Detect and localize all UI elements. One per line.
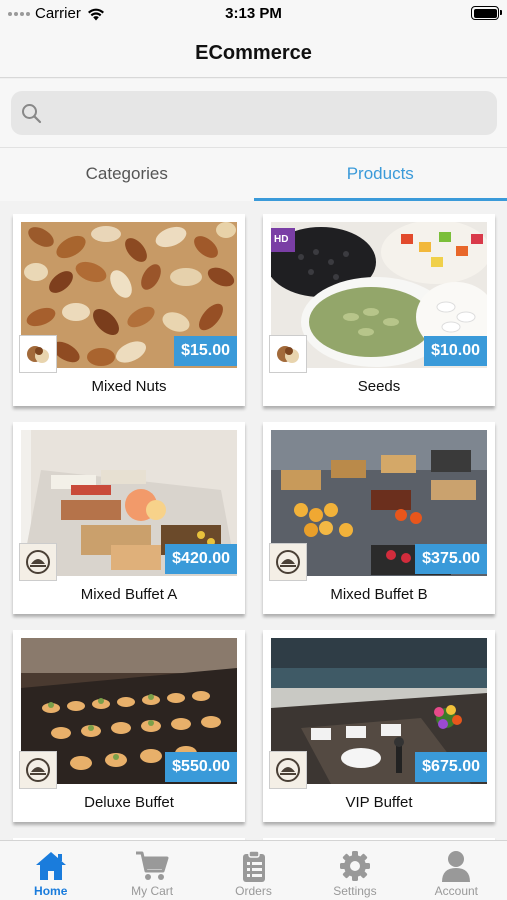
status-bar: Carrier 3:13 PM	[0, 0, 507, 28]
tab-label: Home	[34, 884, 68, 898]
price-badge: $675.00	[415, 752, 487, 782]
search-bar	[0, 79, 507, 147]
search-icon	[22, 104, 42, 124]
catering-logo-thumbnail	[269, 543, 307, 581]
nuts-thumbnail	[269, 335, 307, 373]
price-badge: $10.00	[424, 336, 487, 366]
tab-label: My Cart	[131, 884, 174, 898]
gear-icon	[339, 851, 370, 881]
product-name: Deluxe Buffet	[84, 794, 174, 811]
tab-home[interactable]: Home	[0, 841, 101, 900]
product-grid: $15.00 Mixed Nuts HD $10.00 Seeds $420.0…	[0, 201, 507, 840]
price-badge: $420.00	[165, 544, 237, 574]
cart-icon	[136, 851, 169, 880]
catering-logo-thumbnail	[19, 543, 57, 581]
page-title: ECommerce	[195, 42, 312, 64]
price-badge: $550.00	[165, 752, 237, 782]
product-card[interactable]: $675.00 VIP Buffet	[263, 630, 495, 822]
clipboard-icon	[242, 850, 265, 882]
catering-logo-thumbnail	[19, 751, 57, 789]
segment-tabs: Categories Products	[0, 147, 507, 201]
product-name: Mixed Buffet B	[330, 586, 428, 603]
product-name: VIP Buffet	[345, 794, 413, 811]
tab-settings[interactable]: Settings	[304, 841, 405, 900]
tab-categories[interactable]: Categories	[0, 148, 254, 201]
catering-logo-thumbnail	[269, 751, 307, 789]
product-card[interactable]: $15.00 Mixed Nuts	[13, 214, 245, 406]
product-card[interactable]: $420.00 Mixed Buffet A	[13, 422, 245, 614]
product-card[interactable]: $550.00 Deluxe Buffet	[13, 630, 245, 822]
product-card[interactable]: HD $10.00 Seeds	[263, 214, 495, 406]
tab-products[interactable]: Products	[253, 148, 507, 201]
nuts-thumbnail	[19, 335, 57, 373]
tab-label: Settings	[333, 884, 377, 898]
price-badge: $375.00	[415, 544, 487, 574]
battery-icon	[471, 6, 502, 20]
price-badge: $15.00	[174, 336, 237, 366]
product-name: Mixed Buffet A	[80, 586, 178, 603]
tab-label: Orders	[235, 884, 272, 898]
svg-text:HD: HD	[274, 234, 288, 245]
product-name: Mixed Nuts	[91, 378, 167, 395]
tab-my-cart[interactable]: My Cart	[101, 841, 202, 900]
navigation-bar: ECommerce	[0, 28, 507, 78]
home-icon	[35, 852, 66, 880]
app-screen: Carrier 3:13 PM ECommerce Categories Pro…	[0, 0, 507, 900]
tab-account[interactable]: Account	[406, 841, 507, 900]
search-input[interactable]	[51, 91, 487, 135]
product-card[interactable]: $375.00 Mixed Buffet B	[263, 422, 495, 614]
person-icon	[442, 851, 471, 882]
search-field[interactable]	[11, 91, 497, 135]
status-time: 3:13 PM	[225, 5, 282, 22]
tab-orders[interactable]: Orders	[203, 841, 304, 900]
bottom-tab-bar: Home My Cart Orders Settings Account	[0, 840, 507, 900]
product-name: Seeds	[357, 378, 401, 395]
tab-label: Account	[434, 884, 478, 898]
